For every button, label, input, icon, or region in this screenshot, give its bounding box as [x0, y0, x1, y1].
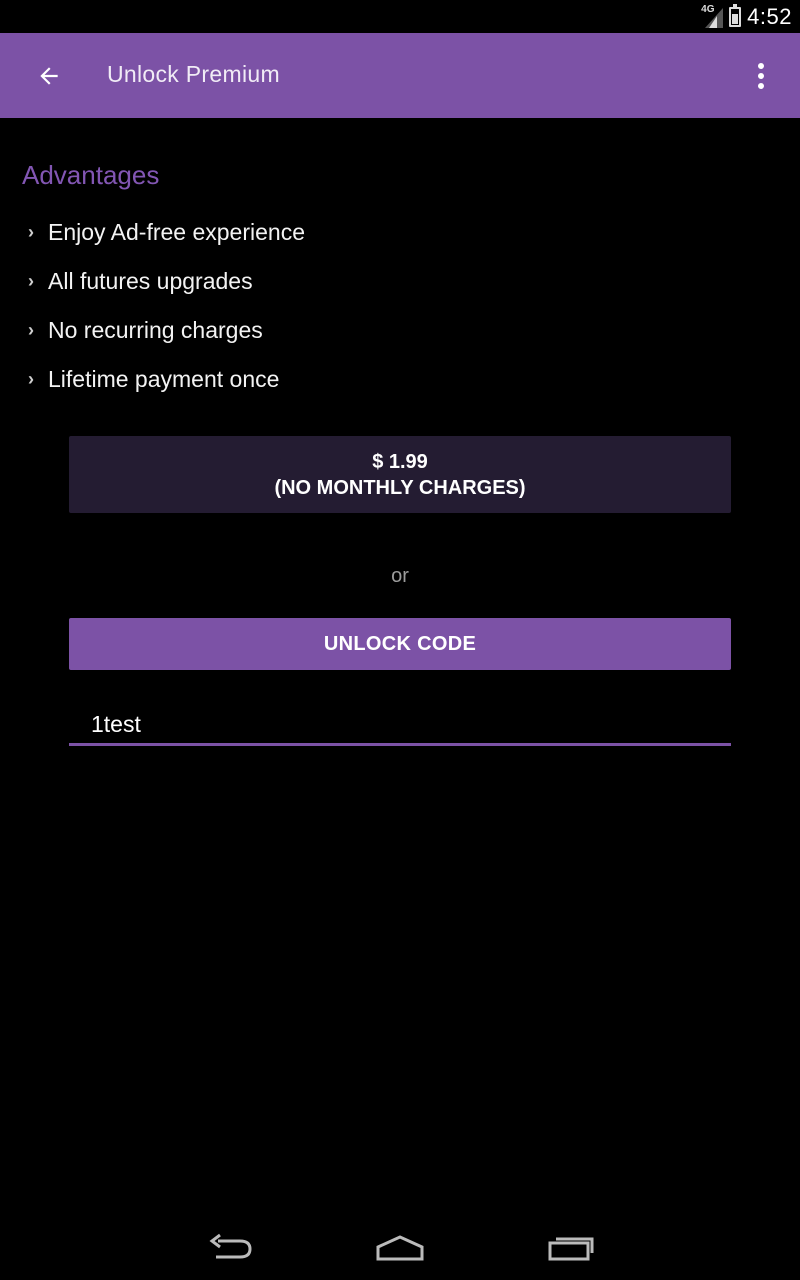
advantage-label: No recurring charges — [48, 317, 263, 343]
overflow-menu-button[interactable] — [746, 55, 776, 97]
advantage-label: All futures upgrades — [48, 268, 253, 294]
more-vert-icon — [758, 63, 764, 89]
price-note: (NO MONTHLY CHARGES) — [274, 476, 526, 499]
advantages-list: › Enjoy Ad-free experience › All futures… — [28, 208, 305, 404]
nav-back-icon — [209, 1233, 252, 1259]
advantages-heading: Advantages — [22, 160, 160, 190]
status-icons: 4G 4:52 — [701, 4, 792, 30]
price-label: $ 1.99 — [372, 450, 428, 473]
unlock-code-input[interactable] — [69, 706, 731, 746]
advantage-label: Lifetime payment once — [48, 366, 280, 392]
nav-recents-button[interactable] — [536, 1228, 606, 1268]
list-item: › Lifetime payment once — [28, 355, 305, 404]
battery-icon — [729, 4, 742, 27]
unlock-code-button[interactable]: UNLOCK CODE — [69, 618, 731, 670]
system-nav-bar — [0, 1216, 800, 1280]
app-bar: Unlock Premium — [0, 33, 800, 118]
chevron-right-icon: › — [28, 271, 34, 291]
page-title: Unlock Premium — [107, 61, 280, 87]
advantage-label: Enjoy Ad-free experience — [48, 219, 305, 245]
list-item: › Enjoy Ad-free experience — [28, 208, 305, 257]
nav-home-icon — [376, 1235, 424, 1261]
status-bar: 4G 4:52 — [0, 0, 800, 33]
list-item: › No recurring charges — [28, 306, 305, 355]
or-separator: or — [391, 565, 409, 587]
status-time: 4:52 — [747, 4, 792, 29]
signal-icon: 4G — [701, 4, 724, 28]
chevron-right-icon: › — [28, 222, 34, 242]
back-button[interactable] — [28, 55, 70, 97]
chevron-right-icon: › — [28, 369, 34, 389]
nav-home-button[interactable] — [365, 1228, 435, 1268]
nav-back-button[interactable] — [195, 1228, 265, 1268]
purchase-button[interactable]: $ 1.99 (NO MONTHLY CHARGES) — [69, 436, 731, 513]
unlock-code-label: UNLOCK CODE — [323, 632, 477, 655]
chevron-right-icon: › — [28, 320, 34, 340]
list-item: › All futures upgrades — [28, 257, 305, 306]
nav-recents-icon — [548, 1237, 594, 1261]
arrow-back-icon — [40, 67, 58, 85]
